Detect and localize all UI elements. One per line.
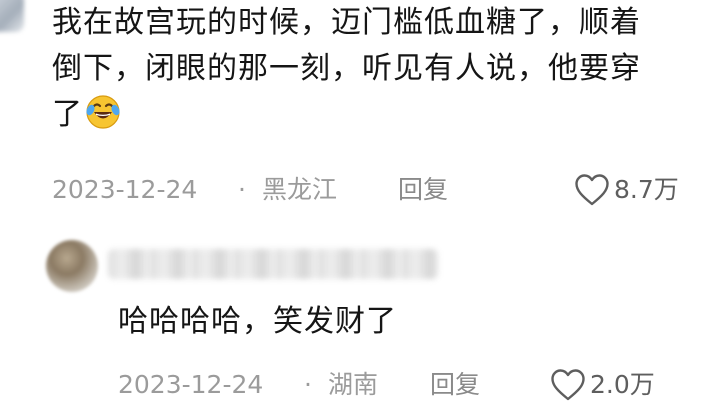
comment-like-button[interactable]: 8.7万 [574, 170, 679, 210]
reply-username-blurred[interactable] [108, 249, 438, 279]
commenter-avatar-blurred[interactable] [0, 0, 24, 32]
comment-separator: · [238, 175, 246, 204]
reply-avatar-blurred[interactable] [46, 240, 98, 292]
reply-date: 2023-12-24 [118, 370, 264, 399]
reply-reply-button[interactable]: 回复 [430, 363, 480, 405]
comment-date: 2023-12-24 [52, 175, 198, 204]
comment-line-2: 倒下，闭眼的那一刻，听见有人说，他要穿 [52, 51, 641, 86]
comment-body: 我在故宫玩的时候，迈门槛低血糖了，顺着 倒下，闭眼的那一刻，听见有人说，他要穿 … [52, 0, 720, 138]
laughing-crying-emoji-icon [86, 95, 120, 129]
reply-like-button[interactable]: 2.0万 [550, 365, 655, 405]
reply-body: 哈哈哈哈，笑发财了 [118, 304, 397, 339]
comment-line-3: 了 [52, 92, 720, 138]
comment-like-count: 8.7万 [614, 175, 679, 204]
reply-location: 湖南 [328, 370, 379, 399]
heart-icon [551, 369, 585, 401]
comment-meta: 2023-12-24 · 黑龙江 回复 8.7万 [52, 168, 702, 212]
comment-reply-button[interactable]: 回复 [398, 168, 448, 212]
comment-line-1: 我在故宫玩的时候，迈门槛低血糖了，顺着 [52, 5, 641, 40]
comment-location: 黑龙江 [262, 175, 338, 204]
reply-meta: 2023-12-24 · 湖南 回复 2.0万 [118, 363, 708, 405]
comment-thread: 我在故宫玩的时候，迈门槛低血糖了，顺着 倒下，闭眼的那一刻，听见有人说，他要穿 … [0, 0, 720, 405]
reply-separator: · [304, 370, 312, 399]
comment-line-3-text: 了 [52, 97, 83, 132]
reply-like-count: 2.0万 [590, 370, 655, 399]
heart-icon [575, 174, 609, 206]
